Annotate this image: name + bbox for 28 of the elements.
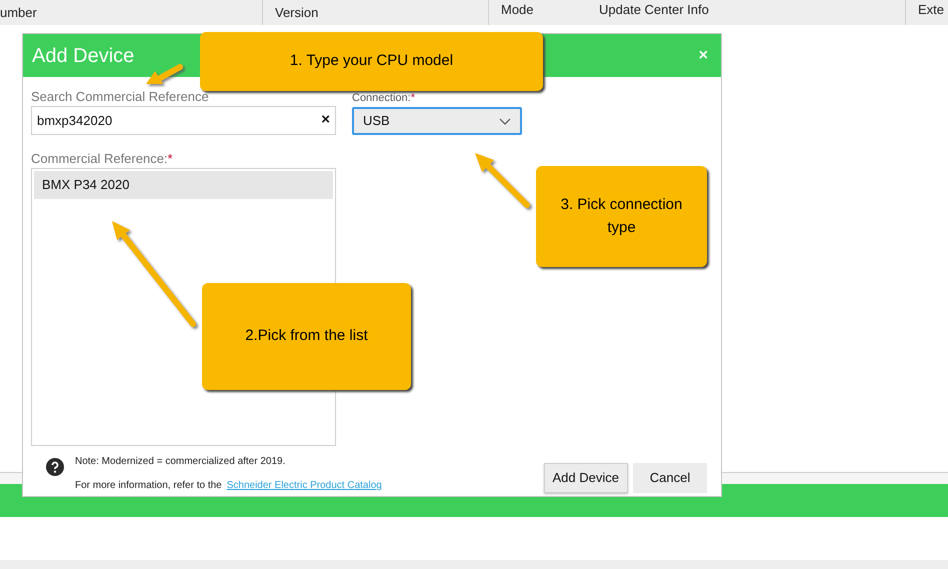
help-icon[interactable] xyxy=(46,458,64,476)
cancel-button[interactable]: Cancel xyxy=(633,463,707,493)
callout: 2.Pick from the list xyxy=(202,283,411,390)
connection-label: Connection: xyxy=(352,91,411,105)
list-item[interactable]: BMX P34 2020 xyxy=(34,171,333,199)
search-value: bmxp342020 xyxy=(37,112,112,130)
clear-button[interactable]: × xyxy=(321,109,330,132)
add-device-button[interactable]: Add Device xyxy=(544,463,628,493)
required-mark: * xyxy=(168,150,173,167)
search-label: Search Commercial Reference xyxy=(31,88,210,105)
column-header: Update Center Info xyxy=(598,1,710,19)
callout: 3. Pick connection type xyxy=(536,166,707,267)
commercial-reference-label: Commercial Reference: xyxy=(31,150,168,167)
callout: 1. Type your CPU model xyxy=(200,32,543,91)
arrow xyxy=(475,153,530,208)
column-header: Exte xyxy=(905,0,948,25)
column-header: umber xyxy=(0,4,38,22)
column-header: Mode xyxy=(488,0,578,25)
chevron-down-icon xyxy=(499,118,511,124)
dialog-title: Add Device xyxy=(32,44,134,68)
connection-select[interactable]: USB xyxy=(352,107,522,135)
column-header: Version xyxy=(262,0,359,25)
note-text: Note: Modernized = commercialized after 2019. xyxy=(75,455,286,469)
info-text: For more information, refer to the xyxy=(75,479,222,493)
search-field[interactable]: bmxp342020 × xyxy=(31,106,336,135)
connection-value: USB xyxy=(363,112,390,130)
required-mark: * xyxy=(410,91,415,105)
arrow xyxy=(146,64,183,84)
